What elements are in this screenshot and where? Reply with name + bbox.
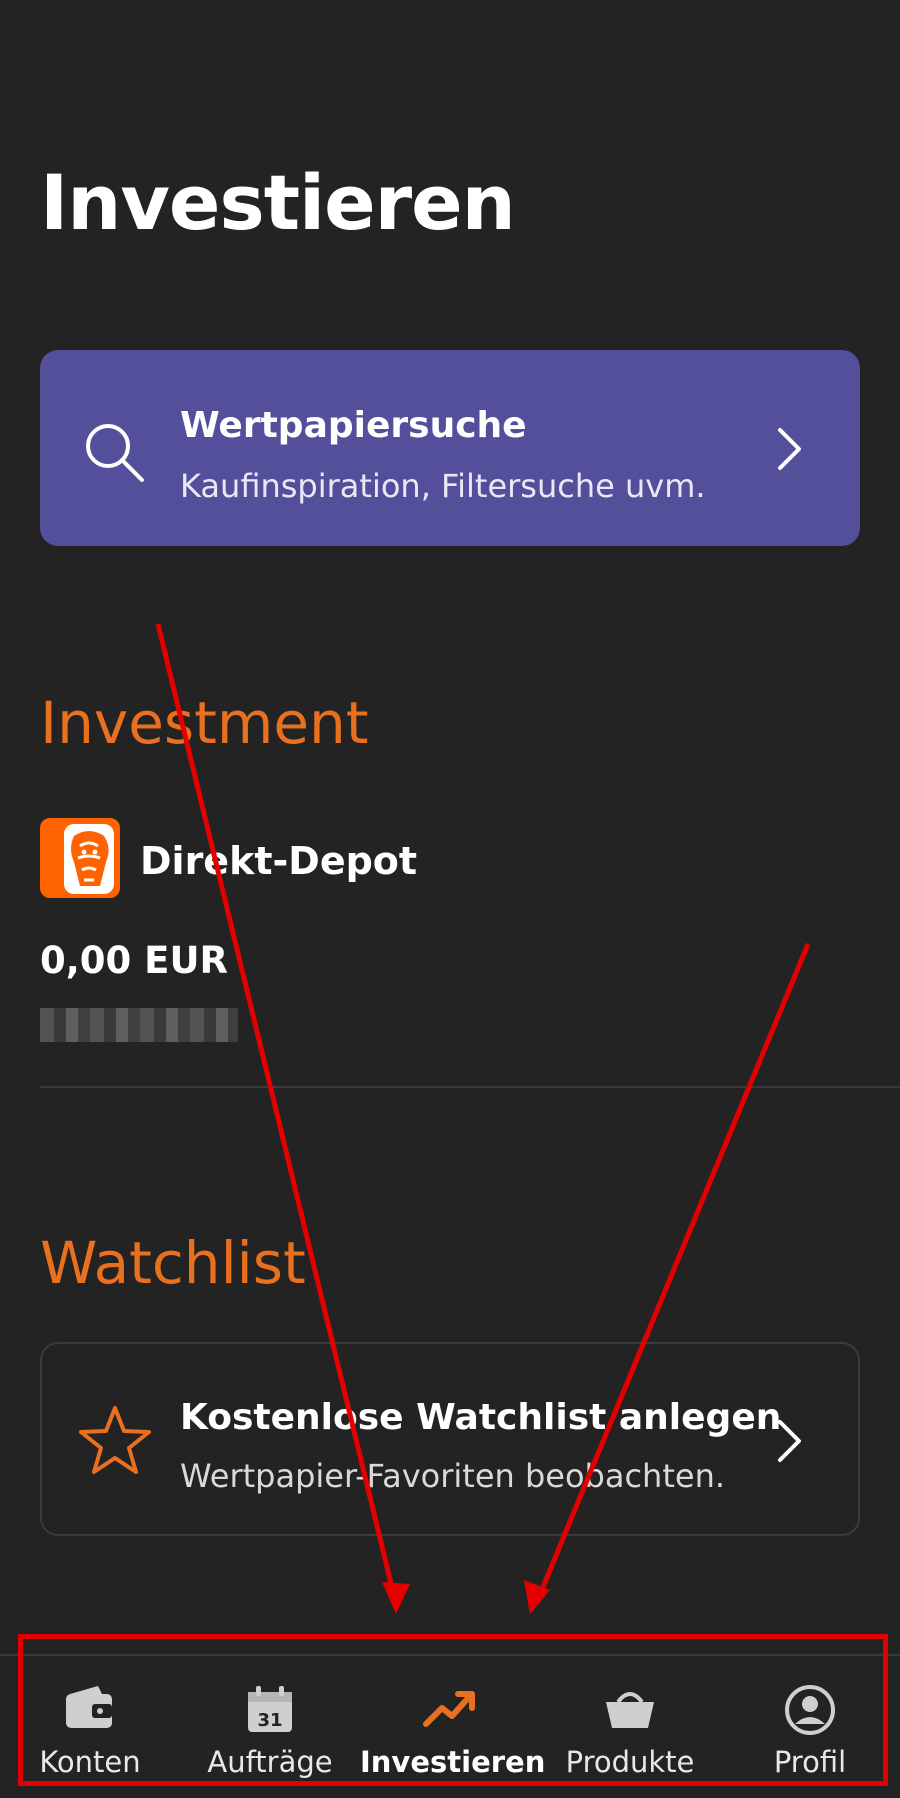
- investment-section-title: Investment: [40, 689, 369, 757]
- chevron-right-icon: [778, 1420, 801, 1462]
- watchlist-card-subtitle: Wertpapier-Favoriten beobachten.: [180, 1457, 726, 1495]
- ing-lion-logo: [40, 818, 120, 898]
- watchlist-section-title: Watchlist: [40, 1229, 306, 1297]
- depot-balance: 0,00 EUR: [40, 939, 228, 982]
- annotation-highlight-box: [18, 1634, 888, 1786]
- watchlist-card-title: Kostenlose Watchlist anlegen: [180, 1397, 782, 1438]
- star-icon: [79, 1406, 151, 1474]
- search-icon: [86, 424, 144, 482]
- chevron-right-icon: [778, 428, 801, 470]
- securities-search-card[interactable]: [40, 350, 860, 546]
- divider: [40, 1086, 900, 1088]
- masked-account-number: [40, 1008, 238, 1042]
- page-title: Investieren: [40, 158, 516, 247]
- depot-name[interactable]: Direkt-Depot: [140, 838, 417, 884]
- search-card-subtitle: Kaufinspiration, Filtersuche uvm.: [180, 467, 706, 505]
- search-card-title: Wertpapiersuche: [180, 405, 527, 446]
